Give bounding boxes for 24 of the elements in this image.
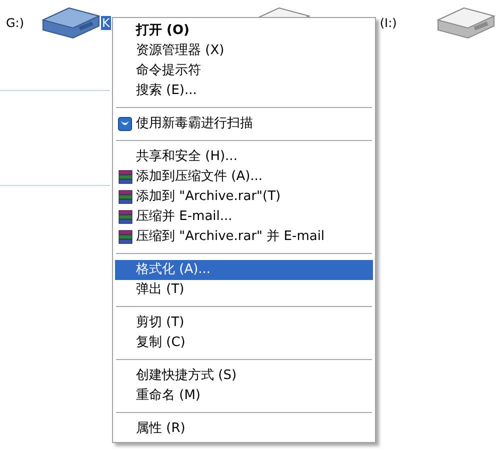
- drive-label[interactable]: K: [101, 16, 111, 30]
- menu-item[interactable]: 压缩并 E-mail...: [115, 207, 373, 227]
- menu-item[interactable]: 压缩到 "Archive.rar" 并 E-mail: [115, 227, 373, 247]
- menu-item[interactable]: 格式化 (A)...: [115, 260, 373, 280]
- menu-item[interactable]: 剪切 (T): [115, 313, 373, 333]
- menu-item[interactable]: 弹出 (T): [115, 280, 373, 300]
- menu-item[interactable]: 搜索 (E)...: [115, 81, 373, 101]
- menu-item[interactable]: 资源管理器 (X): [115, 41, 373, 61]
- menu-item[interactable]: 添加到压缩文件 (A)...: [115, 167, 373, 187]
- drive-label[interactable]: (I:): [378, 16, 398, 30]
- books-icon: [118, 170, 133, 184]
- books-icon: [118, 210, 133, 224]
- menu-item[interactable]: 复制 (C): [115, 333, 373, 353]
- menu-item[interactable]: 打开 (O): [115, 21, 373, 41]
- books-icon: [118, 230, 133, 244]
- drive-label[interactable]: G:): [5, 16, 26, 30]
- menu-item[interactable]: 添加到 "Archive.rar"(T): [115, 187, 373, 207]
- menu-item[interactable]: 使用新毒霸进行扫描: [115, 114, 373, 134]
- menu-item[interactable]: 属性 (R): [115, 419, 373, 439]
- menu-item[interactable]: 命令提示符: [115, 61, 373, 81]
- books-icon: [118, 190, 133, 204]
- menu-item[interactable]: 创建快捷方式 (S): [115, 366, 373, 386]
- menu-item[interactable]: 重命名 (M): [115, 386, 373, 406]
- menu-item[interactable]: 共享和安全 (H)...: [115, 147, 373, 167]
